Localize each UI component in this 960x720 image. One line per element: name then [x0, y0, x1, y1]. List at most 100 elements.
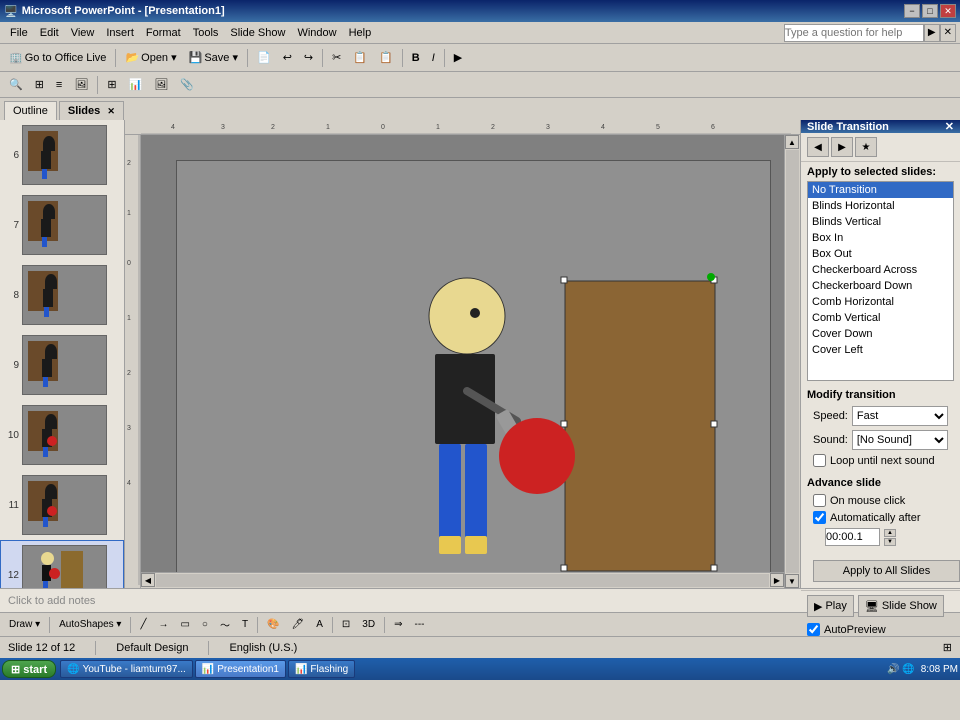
transition-item-6[interactable]: Checkerboard Down: [808, 278, 953, 294]
line-tool[interactable]: ╱: [135, 615, 151, 635]
maximize-btn[interactable]: □: [922, 4, 938, 18]
shadow-btn[interactable]: ⊡: [337, 615, 355, 635]
slideshow-panel-btn[interactable]: 🖥 Slide Show: [858, 595, 944, 617]
menu-file[interactable]: File: [4, 25, 34, 41]
start-button[interactable]: ⊞ start: [2, 660, 56, 678]
minimize-btn[interactable]: −: [904, 4, 920, 18]
copy-btn[interactable]: 📋: [348, 47, 372, 69]
transition-item-10[interactable]: Cover Left: [808, 342, 953, 358]
view-normal[interactable]: ⊞: [30, 74, 49, 96]
slide-thumb-7[interactable]: 7: [0, 190, 124, 260]
canvas-hscroll[interactable]: ◀ ▶: [141, 572, 784, 588]
tab-slides[interactable]: Slides ✕: [59, 101, 124, 120]
fill-color-btn[interactable]: 🎨: [262, 615, 284, 635]
freeform-tool[interactable]: 〜: [215, 615, 235, 635]
menu-format[interactable]: Format: [140, 25, 187, 41]
speed-select[interactable]: Fast Medium Slow: [852, 406, 948, 426]
arrow-tool[interactable]: →: [153, 615, 173, 635]
taskbar-item-flash[interactable]: 📊 Flashing: [288, 660, 355, 678]
close-btn[interactable]: ✕: [940, 4, 956, 18]
slide-thumb-11[interactable]: 11: [0, 470, 124, 540]
play-btn[interactable]: ▶ Play: [807, 595, 854, 617]
transition-item-0[interactable]: No Transition: [808, 182, 953, 198]
oval-tool[interactable]: ○: [197, 615, 213, 635]
taskbar-item-ppt[interactable]: 📊 Presentation1: [195, 660, 286, 678]
vscroll-up[interactable]: ▲: [785, 135, 799, 149]
taskbar-item-yt[interactable]: 🌐 YouTube - liamturn97...: [60, 660, 193, 678]
transition-item-1[interactable]: Blinds Horizontal: [808, 198, 953, 214]
sound-select[interactable]: [No Sound]: [852, 430, 948, 450]
zoom-btn[interactable]: 🔍: [4, 74, 28, 96]
textbox-tool[interactable]: T: [237, 615, 253, 635]
menu-view[interactable]: View: [65, 25, 101, 41]
new-btn[interactable]: 📄: [252, 47, 276, 69]
help-search[interactable]: [784, 24, 924, 42]
line-color-btn[interactable]: 🖊: [287, 615, 310, 635]
loop-checkbox[interactable]: [813, 454, 826, 467]
time-input[interactable]: [825, 528, 880, 546]
help-search-btn[interactable]: ▶: [924, 24, 940, 42]
menu-help[interactable]: Help: [343, 25, 378, 41]
vscroll-down[interactable]: ▼: [785, 574, 799, 588]
tp-icon-star[interactable]: ★: [855, 137, 877, 157]
slide-thumb-8[interactable]: 8: [0, 260, 124, 330]
time-down-btn[interactable]: ▼: [884, 538, 896, 546]
tp-icon-1[interactable]: ◀: [807, 137, 829, 157]
transition-item-9[interactable]: Cover Down: [808, 326, 953, 342]
insert-clip[interactable]: 📎: [175, 74, 199, 96]
menu-insert[interactable]: Insert: [100, 25, 140, 41]
undo-btn[interactable]: ↩: [278, 47, 297, 69]
menu-tools[interactable]: Tools: [187, 25, 225, 41]
canvas-vscroll[interactable]: ▲ ▼: [784, 135, 800, 588]
office-live-btn[interactable]: 🏢 Go to Office Live: [4, 47, 111, 69]
onclick-checkbox[interactable]: [813, 494, 826, 507]
insert-table[interactable]: ⊞: [102, 74, 121, 96]
transition-item-8[interactable]: Comb Vertical: [808, 310, 953, 326]
arrow-style-btn[interactable]: ⇒: [389, 615, 407, 635]
save-btn[interactable]: 💾 Save ▾: [184, 47, 243, 69]
apply-all-btn[interactable]: Apply to All Slides: [813, 560, 960, 582]
redo-btn[interactable]: ↪: [299, 47, 318, 69]
insert-chart[interactable]: 📊: [124, 74, 148, 96]
transition-item-3[interactable]: Box In: [808, 230, 953, 246]
slideshow-btn[interactable]: ▶: [449, 47, 467, 69]
insert-img[interactable]: 🖼: [149, 74, 173, 96]
transition-close[interactable]: ✕: [945, 120, 954, 133]
paste-btn[interactable]: 📋: [374, 47, 398, 69]
open-btn[interactable]: 📂 Open ▾: [120, 47, 181, 69]
view-outline[interactable]: ≡: [51, 74, 67, 96]
rect-tool[interactable]: ▭: [175, 615, 194, 635]
3d-btn[interactable]: 3D: [357, 615, 380, 635]
cut-btn[interactable]: ✂: [327, 47, 346, 69]
transition-list[interactable]: No Transition Blinds Horizontal Blinds V…: [807, 181, 954, 381]
slide-thumb-12[interactable]: 12: [0, 540, 124, 588]
transition-item-2[interactable]: Blinds Vertical: [808, 214, 953, 230]
slide-thumb-10[interactable]: 10: [0, 400, 124, 470]
transition-item-5[interactable]: Checkerboard Across: [808, 262, 953, 278]
view-slide[interactable]: 🖼: [69, 74, 93, 96]
autopreview-checkbox[interactable]: [807, 623, 820, 636]
menu-edit[interactable]: Edit: [34, 25, 65, 41]
menu-slideshow[interactable]: Slide Show: [224, 25, 291, 41]
autoshapes-btn[interactable]: AutoShapes ▾: [54, 615, 126, 635]
hscroll-right[interactable]: ▶: [770, 573, 784, 587]
time-up-btn[interactable]: ▲: [884, 529, 896, 537]
help-close-btn[interactable]: ✕: [940, 24, 956, 42]
slide-canvas[interactable]: [176, 160, 771, 588]
hscroll-left[interactable]: ◀: [141, 573, 155, 587]
slide-thumb-9[interactable]: 9: [0, 330, 124, 400]
tab-outline[interactable]: Outline: [4, 101, 57, 120]
tab-close-icon[interactable]: ✕: [107, 106, 115, 116]
slide-thumb-6[interactable]: 6: [0, 120, 124, 190]
dash-style-btn[interactable]: ---: [409, 615, 429, 635]
draw-btn[interactable]: Draw ▾: [4, 615, 45, 635]
auto-checkbox[interactable]: [813, 511, 826, 524]
tp-icon-2[interactable]: ▶: [831, 137, 853, 157]
canvas-area[interactable]: ▲ ▼ ◀ ▶: [141, 135, 800, 588]
bold-btn[interactable]: B: [407, 47, 425, 69]
font-color-btn[interactable]: A: [311, 615, 328, 635]
menu-window[interactable]: Window: [291, 25, 342, 41]
transition-item-7[interactable]: Comb Horizontal: [808, 294, 953, 310]
transition-item-4[interactable]: Box Out: [808, 246, 953, 262]
italic-btn[interactable]: I: [427, 47, 440, 69]
